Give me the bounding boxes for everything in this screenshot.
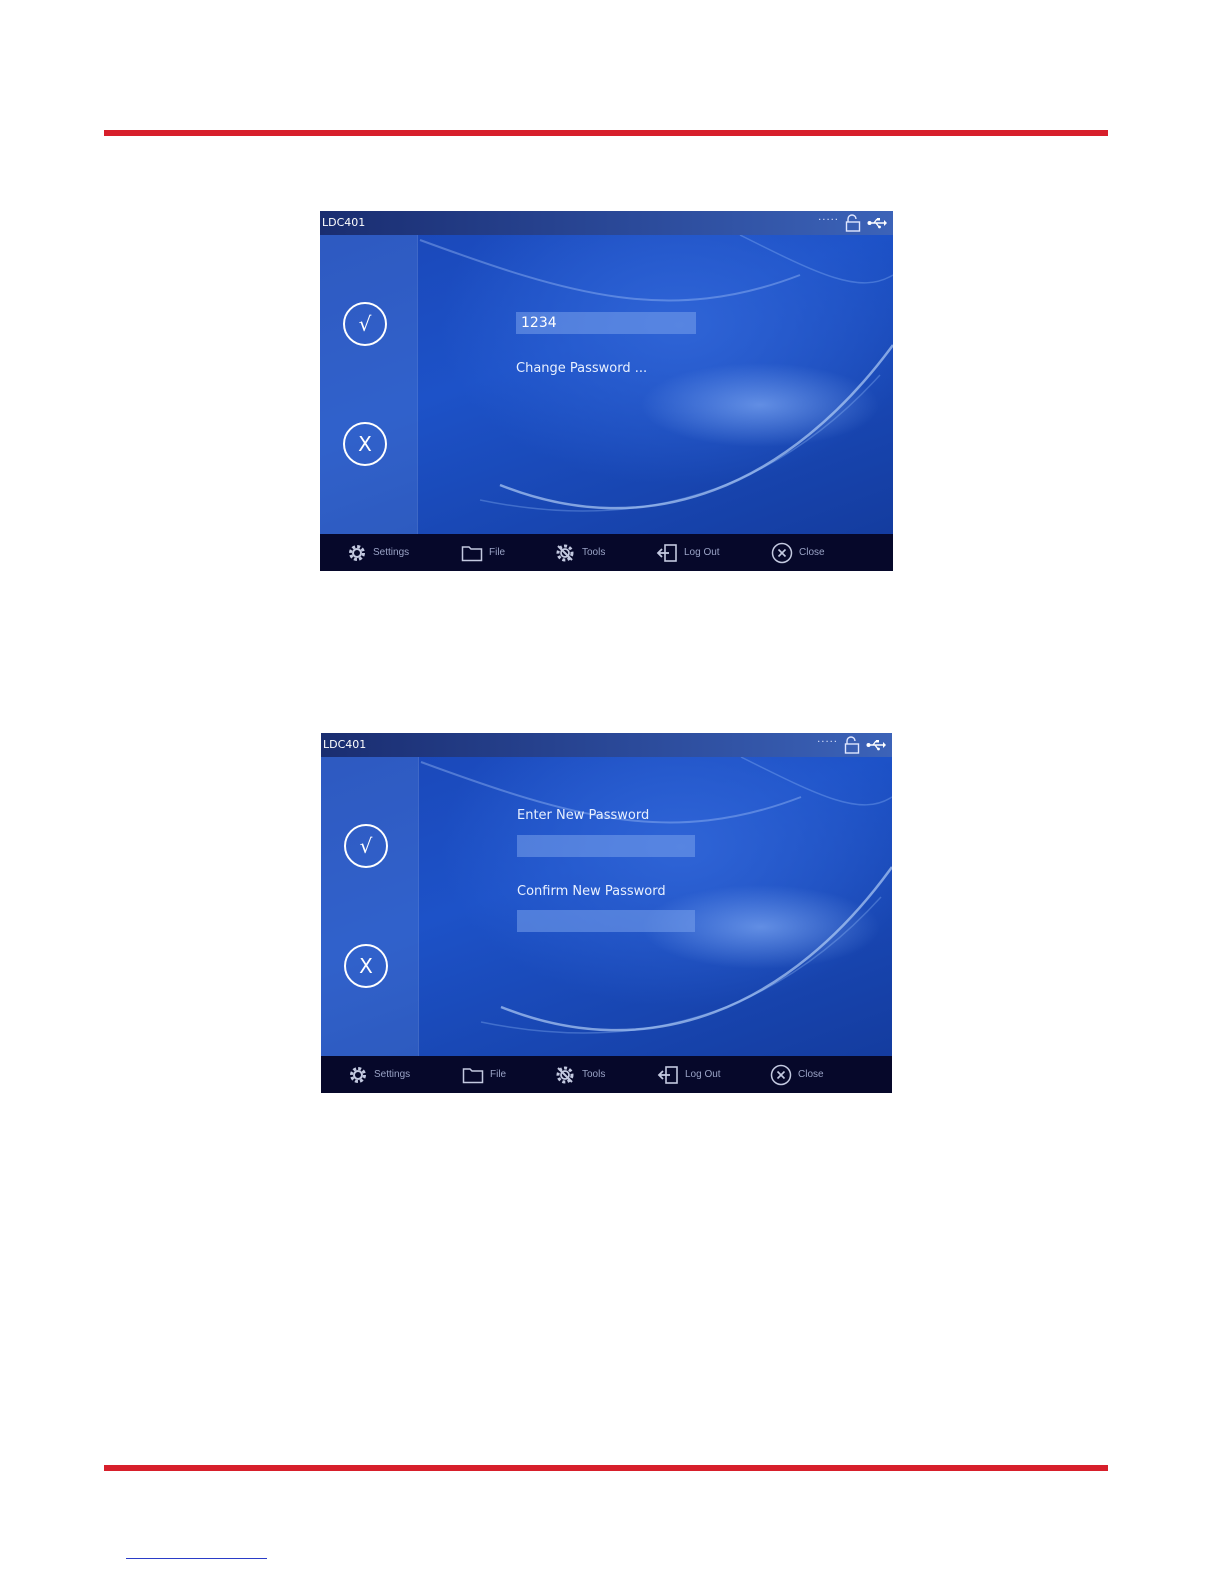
taskbar: Settings File Tools Log Out Close: [320, 534, 893, 571]
taskbar-label: Close: [799, 547, 825, 558]
taskbar-settings[interactable]: Settings: [347, 534, 409, 571]
change-password-screen: LDC401 ····· √ X Enter New Password Conf…: [321, 733, 892, 1093]
header-rule: [104, 130, 1108, 136]
confirm-button[interactable]: √: [344, 824, 388, 868]
logout-icon: [657, 1065, 678, 1084]
status-area: ·····: [818, 211, 887, 235]
close-circle-icon: [770, 1064, 792, 1085]
taskbar-close[interactable]: Close: [770, 1056, 824, 1093]
app-title: LDC401: [323, 738, 367, 751]
tools-gear-icon: [556, 1066, 574, 1083]
content-area: √ X 1234 Change Password ...: [320, 235, 893, 534]
signal-indicator: ·····: [818, 215, 839, 226]
unlocked-padlock-icon[interactable]: [844, 736, 860, 754]
taskbar-tools[interactable]: Tools: [554, 1056, 605, 1093]
taskbar-label: Tools: [582, 1069, 606, 1080]
status-area: ·····: [817, 733, 886, 757]
taskbar-file[interactable]: File: [461, 534, 505, 571]
taskbar-label: Tools: [582, 547, 606, 558]
new-password-input[interactable]: [517, 835, 695, 857]
taskbar-logout[interactable]: Log Out: [657, 1056, 721, 1093]
usb-icon[interactable]: [867, 217, 887, 229]
folder-icon: [461, 545, 483, 561]
action-sidebar: √ X: [321, 757, 419, 1056]
taskbar-label: Settings: [373, 547, 410, 558]
footer-link-underline[interactable]: [126, 1558, 267, 1559]
footer-rule: [104, 1465, 1108, 1471]
confirm-button[interactable]: √: [343, 302, 387, 346]
cancel-button[interactable]: X: [344, 944, 388, 988]
taskbar-label: File: [489, 547, 506, 558]
taskbar-close[interactable]: Close: [771, 534, 825, 571]
confirm-password-input[interactable]: [517, 910, 695, 932]
taskbar: Settings File Tools Log Out Close: [321, 1056, 892, 1093]
title-bar: LDC401 ·····: [320, 211, 893, 235]
taskbar-label: Settings: [374, 1069, 411, 1080]
taskbar-file[interactable]: File: [462, 1056, 506, 1093]
taskbar-label: File: [490, 1069, 507, 1080]
confirm-password-label: Confirm New Password: [517, 884, 666, 899]
cancel-button[interactable]: X: [343, 422, 387, 466]
usb-icon[interactable]: [866, 739, 886, 751]
new-password-label: Enter New Password: [517, 808, 650, 823]
unlocked-padlock-icon[interactable]: [845, 214, 861, 232]
tools-gear-icon: [556, 544, 574, 561]
app-title: LDC401: [322, 216, 366, 229]
taskbar-label: Log Out: [684, 547, 720, 558]
action-sidebar: √ X: [320, 235, 418, 534]
taskbar-settings[interactable]: Settings: [348, 1056, 410, 1093]
title-bar: LDC401 ·····: [321, 733, 892, 757]
signal-indicator: ·····: [817, 737, 838, 748]
gear-icon: [350, 1066, 366, 1083]
close-circle-icon: [771, 542, 793, 563]
folder-icon: [462, 1067, 484, 1083]
taskbar-logout[interactable]: Log Out: [656, 534, 720, 571]
change-password-link[interactable]: Change Password ...: [516, 361, 647, 376]
logout-icon: [656, 543, 677, 562]
password-input[interactable]: 1234: [516, 312, 696, 334]
login-screen: LDC401 ····· √ X 1234 Change Password ..…: [320, 211, 893, 571]
taskbar-label: Log Out: [685, 1069, 721, 1080]
gear-icon: [349, 544, 365, 561]
taskbar-tools[interactable]: Tools: [554, 534, 605, 571]
taskbar-label: Close: [798, 1069, 824, 1080]
content-area: √ X Enter New Password Confirm New Passw…: [321, 757, 892, 1056]
